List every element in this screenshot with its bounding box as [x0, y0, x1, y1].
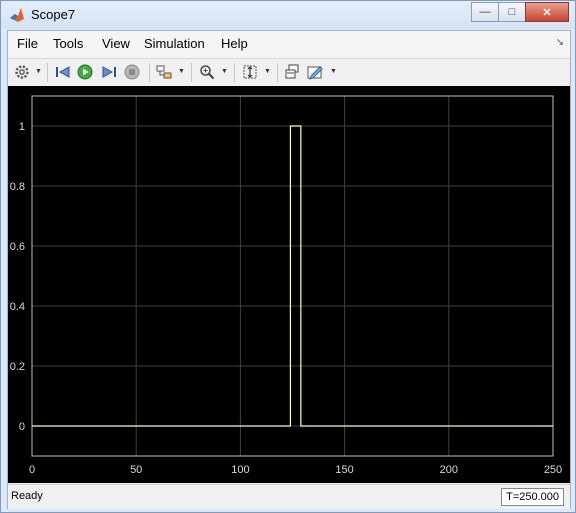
simulation-time: T=250.000 — [501, 488, 564, 506]
menu-help[interactable]: Help — [221, 36, 248, 51]
highlight-dropdown-icon[interactable]: ▼ — [178, 68, 185, 75]
y-tick-label: 0 — [19, 421, 25, 433]
scope-plot[interactable]: 0 50 100 150 200 250 0 0.2 0.4 0.6 0.8 1 — [8, 86, 570, 483]
minimize-button[interactable]: — — [471, 2, 499, 22]
x-tick-label: 150 — [335, 464, 353, 476]
gear-icon[interactable] — [13, 63, 31, 81]
step-back-icon[interactable] — [54, 63, 72, 81]
x-tick-label: 0 — [29, 464, 35, 476]
close-icon: ✕ — [542, 6, 552, 19]
scale-dropdown-icon[interactable]: ▼ — [264, 68, 271, 75]
menu-tools[interactable]: Tools — [53, 36, 83, 51]
toolbar-separator — [149, 63, 150, 82]
menu-view[interactable]: View — [102, 36, 130, 51]
menu-dock-icon[interactable]: ↘ — [556, 37, 564, 48]
restore-button[interactable]: □ — [498, 2, 526, 22]
step-forward-icon[interactable] — [100, 63, 118, 81]
run-icon[interactable] — [76, 63, 94, 81]
x-tick-label: 50 — [130, 464, 142, 476]
matlab-icon — [10, 8, 24, 22]
zoom-dropdown-icon[interactable]: ▼ — [221, 68, 228, 75]
status-text: Ready — [11, 490, 43, 502]
scope-window: Scope7 — □ ✕ File Tools View Simulation … — [0, 0, 576, 513]
toolbar-separator — [234, 63, 235, 82]
signal-trace — [32, 125, 553, 427]
menu-file[interactable]: File — [17, 36, 38, 51]
restore-icon: □ — [508, 6, 516, 18]
settings-dropdown-icon[interactable]: ▼ — [35, 68, 42, 75]
x-tick-label: 250 — [544, 464, 562, 476]
minimize-icon: — — [479, 6, 491, 18]
status-bar: Ready T=250.000 — [8, 484, 570, 509]
client-area: File Tools View Simulation Help ↘ ▼ ▼ ▼ … — [7, 30, 571, 509]
x-tick-label: 200 — [440, 464, 458, 476]
axes-frame — [31, 95, 554, 457]
highlight-block-icon[interactable] — [155, 63, 173, 81]
x-tick-label: 100 — [231, 464, 249, 476]
title-bar[interactable]: Scope7 — □ ✕ — [1, 1, 575, 29]
menu-bar: File Tools View Simulation Help ↘ — [8, 31, 570, 57]
y-tick-label: 0.8 — [10, 181, 25, 193]
zoom-icon[interactable] — [198, 63, 216, 81]
style-dropdown-icon[interactable]: ▼ — [330, 68, 337, 75]
close-button[interactable]: ✕ — [525, 2, 569, 22]
edit-style-icon[interactable] — [306, 63, 324, 81]
restore-layout-icon[interactable] — [283, 63, 301, 81]
y-tick-label: 0.2 — [10, 361, 25, 373]
menu-simulation[interactable]: Simulation — [144, 36, 205, 51]
y-tick-label: 0.6 — [10, 241, 25, 253]
toolbar-separator — [191, 63, 192, 82]
scope-plot-area[interactable]: 0 50 100 150 200 250 0 0.2 0.4 0.6 0.8 1 — [8, 86, 570, 483]
toolbar-separator — [277, 63, 278, 82]
toolbar-separator — [47, 63, 48, 82]
stop-icon[interactable] — [123, 63, 141, 81]
y-tick-label: 1 — [19, 121, 25, 133]
scale-axes-icon[interactable] — [241, 63, 259, 81]
window-title: Scope7 — [31, 7, 76, 22]
y-tick-label: 0.4 — [10, 301, 25, 313]
toolbar: ▼ ▼ ▼ ▼ ▼ — [8, 58, 570, 87]
